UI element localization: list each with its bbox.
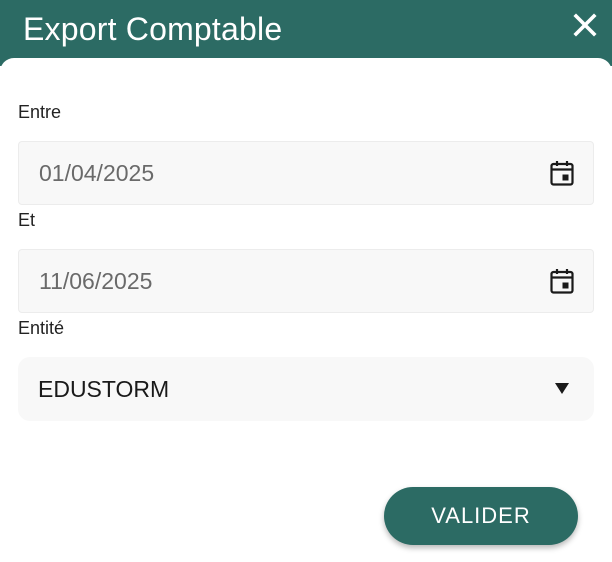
close-icon xyxy=(573,13,597,37)
dialog-header: Export Comptable xyxy=(0,0,612,66)
entity-label: Entité xyxy=(18,318,65,338)
end-date-field[interactable]: 11/06/2025 xyxy=(18,249,594,313)
header-divider xyxy=(0,58,612,72)
start-date-label: Entre xyxy=(18,102,62,122)
close-button[interactable] xyxy=(568,8,602,42)
validate-button[interactable]: VALIDER xyxy=(384,487,578,545)
calendar-icon[interactable] xyxy=(550,160,574,186)
dropdown-arrow-icon xyxy=(555,383,569,394)
export-dialog: Export Comptable Entre 01/04/2025 Et 11/… xyxy=(0,0,612,562)
entity-value: EDUSTORM xyxy=(38,376,170,402)
start-date-value: 01/04/2025 xyxy=(39,160,155,186)
end-date-value: 11/06/2025 xyxy=(39,268,153,294)
dialog-title: Export Comptable xyxy=(23,11,283,47)
entity-select[interactable]: EDUSTORM xyxy=(18,357,594,421)
calendar-icon[interactable] xyxy=(550,268,574,294)
start-date-field[interactable]: 01/04/2025 xyxy=(18,141,594,205)
end-date-label: Et xyxy=(18,210,36,230)
